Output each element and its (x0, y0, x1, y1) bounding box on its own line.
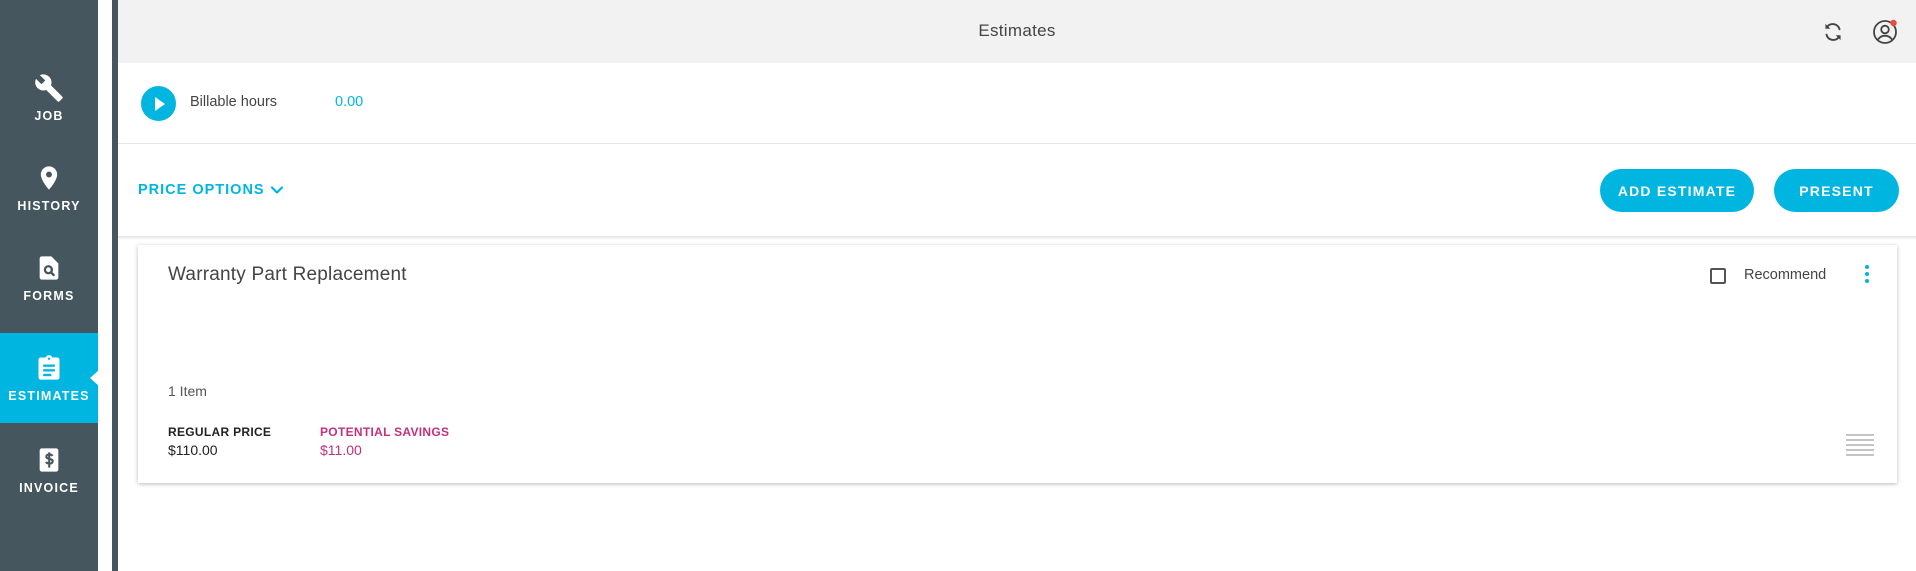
sidebar-item-label: HISTORY (17, 199, 81, 213)
billable-hours-row: Billable hours 0.00 (118, 63, 1916, 144)
sidebar-divider (98, 0, 112, 571)
sidebar-item-job[interactable]: JOB (0, 53, 98, 143)
kebab-dot-icon (1865, 272, 1869, 276)
sync-button[interactable] (1820, 19, 1846, 45)
map-pin-icon (40, 166, 58, 190)
kebab-dot-icon (1865, 265, 1869, 269)
billable-hours-label: Billable hours (190, 94, 278, 110)
document-search-icon (39, 256, 59, 280)
invoice-dollar-icon (39, 448, 59, 472)
sidebar-item-forms[interactable]: FORMS (0, 233, 98, 323)
more-options-button[interactable] (1861, 265, 1873, 287)
toolbar-shadow (118, 236, 1916, 240)
clipboard-icon (38, 355, 60, 380)
sidebar-item-history[interactable]: HISTORY (0, 143, 98, 233)
regular-price-value: $110.00 (168, 442, 218, 458)
sidebar-item-estimates[interactable]: ESTIMATES (0, 333, 99, 423)
sidebar-item-label: FORMS (23, 289, 75, 303)
potential-savings-label: POTENTIAL SAVINGS (320, 425, 450, 439)
estimates-toolbar: PRICE OPTIONS ADD ESTIMATE PRESENT (118, 144, 1916, 236)
user-account-icon (1873, 19, 1897, 44)
top-header: Estimates (118, 0, 1916, 63)
wrench-icon (35, 74, 63, 102)
user-account-button[interactable] (1872, 19, 1898, 45)
regular-price-label: REGULAR PRICE (168, 425, 272, 439)
potential-savings-value: $11.00 (320, 442, 362, 458)
price-options-label: PRICE OPTIONS (138, 182, 265, 198)
billable-hours-value: 0.00 (335, 94, 364, 110)
kebab-dot-icon (1865, 279, 1869, 283)
drag-handle-icon[interactable] (1846, 434, 1874, 456)
sidebar-nav: JOB HISTORY FORMS ESTIMATES INVOICE (0, 0, 99, 571)
recommend-checkbox[interactable] (1710, 268, 1726, 284)
sidebar-item-invoice[interactable]: INVOICE (0, 425, 98, 515)
item-count: 1 Item (168, 383, 207, 399)
add-estimate-button[interactable]: ADD ESTIMATE (1600, 169, 1754, 212)
chevron-down-icon (270, 186, 283, 194)
page-title: Estimates (978, 21, 1056, 40)
sidebar-item-label: JOB (34, 109, 64, 123)
sidebar-item-label: INVOICE (19, 481, 79, 495)
sync-icon (1825, 23, 1841, 41)
play-timer-button[interactable] (141, 86, 176, 121)
estimate-card[interactable]: Warranty Part Replacement Recommend 1 It… (138, 245, 1897, 483)
recommend-label: Recommend (1744, 267, 1827, 283)
present-button[interactable]: PRESENT (1774, 169, 1899, 212)
notification-dot-icon (1890, 19, 1897, 27)
sidebar-item-label: ESTIMATES (8, 389, 90, 403)
price-options-dropdown[interactable]: PRICE OPTIONS (138, 182, 283, 198)
estimate-title: Warranty Part Replacement (168, 264, 407, 285)
